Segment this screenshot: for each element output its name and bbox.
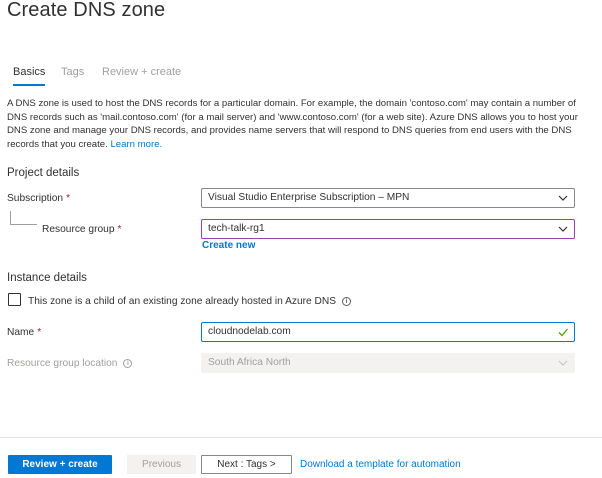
- name-value: cloudnodelab.com: [208, 326, 291, 337]
- review-create-button[interactable]: Review + create: [8, 455, 112, 474]
- required-marker: *: [37, 327, 42, 338]
- subscription-select[interactable]: Visual Studio Enterprise Subscription – …: [201, 188, 575, 208]
- instance-details-heading: Instance details: [7, 272, 87, 284]
- tree-connector-vertical: [10, 211, 11, 224]
- download-template-link[interactable]: Download a template for automation: [300, 459, 461, 470]
- resource-group-select[interactable]: tech-talk-rg1: [201, 219, 575, 239]
- subscription-value: Visual Studio Enterprise Subscription – …: [208, 192, 410, 203]
- create-new-resource-group-link[interactable]: Create new: [202, 240, 255, 251]
- info-icon[interactable]: i: [123, 358, 133, 368]
- tree-connector-horizontal: [10, 224, 37, 225]
- subscription-label: Subscription *: [7, 193, 70, 204]
- chevron-down-icon: [558, 195, 568, 201]
- resource-group-label: Resource group *: [42, 224, 121, 235]
- chevron-down-icon: [558, 360, 568, 366]
- name-label: Name *: [7, 327, 41, 338]
- project-details-heading: Project details: [7, 167, 80, 179]
- location-label: Resource group location i: [7, 358, 133, 369]
- active-tab-indicator: [13, 84, 45, 86]
- location-select: South Africa North: [201, 353, 575, 373]
- previous-button[interactable]: Previous: [127, 455, 196, 474]
- chevron-down-icon: [558, 226, 568, 232]
- required-marker: *: [117, 224, 122, 235]
- name-input[interactable]: cloudnodelab.com: [201, 322, 575, 342]
- child-zone-label-text: This zone is a child of an existing zone…: [28, 296, 337, 307]
- tab-tags[interactable]: Tags: [61, 66, 84, 78]
- description-text: A DNS zone is used to host the DNS recor…: [7, 98, 578, 150]
- location-value: South Africa North: [208, 357, 291, 368]
- checkmark-icon: [558, 328, 568, 337]
- footer-divider: [0, 437, 602, 438]
- page-title: Create DNS zone: [7, 0, 166, 21]
- create-dns-zone-page: Create DNS zone Basics Tags Review + cre…: [0, 0, 602, 478]
- name-label-text: Name: [7, 327, 35, 338]
- required-marker: *: [66, 193, 71, 204]
- tab-basics[interactable]: Basics: [13, 66, 45, 78]
- resource-group-label-text: Resource group: [42, 224, 115, 235]
- location-label-text: Resource group location: [7, 358, 118, 369]
- next-tags-button[interactable]: Next : Tags >: [201, 455, 292, 474]
- learn-more-link[interactable]: Learn more.: [110, 139, 162, 150]
- subscription-label-text: Subscription: [7, 193, 64, 204]
- child-zone-checkbox[interactable]: [8, 293, 21, 306]
- tab-review-create[interactable]: Review + create: [102, 66, 181, 78]
- info-icon[interactable]: i: [342, 296, 352, 306]
- child-zone-label: This zone is a child of an existing zone…: [28, 296, 352, 307]
- resource-group-value: tech-talk-rg1: [208, 223, 265, 234]
- description: A DNS zone is used to host the DNS recor…: [7, 97, 589, 151]
